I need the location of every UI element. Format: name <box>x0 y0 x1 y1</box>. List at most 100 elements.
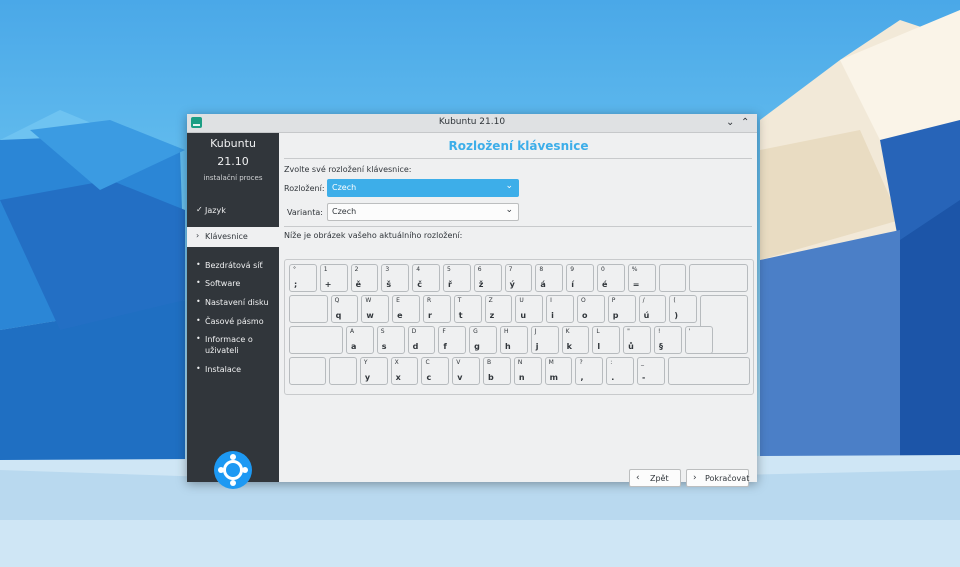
key-base-label: , <box>580 373 584 382</box>
page-title: Rozložení klávesnice <box>448 139 589 153</box>
bullet-icon: • <box>196 334 201 343</box>
key-shift-label: G <box>473 328 478 335</box>
keyboard-key: Gg <box>469 326 497 354</box>
key-base-label: e <box>397 311 403 320</box>
key-base-label: v <box>457 373 463 382</box>
key-shift-label: ! <box>657 328 661 335</box>
keyboard-key: Qq <box>330 295 359 323</box>
keyboard-key: " ů <box>623 326 651 354</box>
keyboard-key: Bb <box>483 357 511 385</box>
keyboard-key: ' <box>684 326 713 354</box>
key-shift-label: Q <box>334 297 340 304</box>
key-shift-label: 9 <box>570 266 575 273</box>
keyboard-key: 6ž <box>473 264 502 292</box>
keyboard-key: Dd <box>407 326 436 354</box>
key-base-label: . <box>611 373 615 382</box>
keyboard-key: 5ř <box>443 264 471 292</box>
keyboard-key: Ww <box>361 295 390 323</box>
step-klavesnice: › Klávesnice <box>187 227 279 247</box>
keyboard-key: / ú <box>638 295 667 323</box>
bullet-icon: • <box>196 316 201 325</box>
step-label: Jazyk <box>205 206 226 215</box>
continue-label: Pokračovat <box>705 474 750 483</box>
back-label: Zpět <box>650 474 669 483</box>
key-base-label: n <box>518 373 525 382</box>
key-shift-label: K <box>565 328 570 335</box>
key-shift-label: X <box>394 359 399 366</box>
key-base-label: u <box>520 311 527 320</box>
key-base-label: o <box>581 311 588 320</box>
step-label: Časové pásmo <box>205 317 264 326</box>
key-base-label: ě <box>355 280 362 289</box>
keyboard-key: Cc <box>421 357 450 385</box>
keyboard-key: _ - <box>637 357 665 385</box>
key-base-label: ř <box>448 280 452 289</box>
key-base-label: h <box>504 342 511 351</box>
keyboard-key: 1 + <box>319 264 348 292</box>
key-base-label: § <box>658 342 663 351</box>
key-base-label: t <box>458 311 463 320</box>
key-shift-label: A <box>349 328 355 335</box>
title-bar[interactable]: Kubuntu 21.10 ⌄ ⌃ <box>187 114 757 133</box>
checkmark-icon: ✓ <box>196 205 203 214</box>
key-shift-label: C <box>425 359 430 366</box>
key-base-label: + <box>324 280 332 289</box>
key-base-label: ý <box>509 280 515 289</box>
keyboard-key: ?, <box>575 357 604 385</box>
keyboard-key: 3š <box>381 264 410 292</box>
keyboard-key: °; <box>289 264 317 292</box>
key-base-label: g <box>474 342 480 351</box>
window-title: Kubuntu 21.10 <box>438 117 506 127</box>
chevron-left-icon: ‹ <box>636 473 640 483</box>
key-shift-label: V <box>456 359 461 366</box>
variant-select[interactable]: Czech ⌄ <box>327 203 519 221</box>
key-base-label: ů <box>628 342 634 351</box>
key-base-label: l <box>597 342 601 351</box>
key-shift-label: F <box>442 328 446 335</box>
kubuntu-logo-icon <box>214 451 252 489</box>
key-shift-label: / <box>642 297 645 304</box>
key-shift-label: E <box>396 297 400 304</box>
keyboard-key: Aa <box>345 326 374 354</box>
installer-subtitle: instalační proces <box>203 174 263 182</box>
keyboard-key: Xx <box>390 357 419 385</box>
keyboard-key: :. <box>606 357 635 385</box>
key-base-label: ú <box>643 311 650 320</box>
key-base-label: á <box>540 280 546 289</box>
key-shift-label: % <box>631 266 638 273</box>
continue-button[interactable]: › Pokračovat <box>686 469 749 487</box>
key-base-label: = <box>632 280 640 289</box>
key-shift-label: H <box>503 328 509 335</box>
key-base-label: z <box>489 311 495 320</box>
key-shift-label: D <box>411 328 417 335</box>
step-casove-pasmo: • Časové pásmo <box>187 316 279 328</box>
keyboard-key: 9í <box>566 264 594 292</box>
keyboard-key <box>689 264 748 292</box>
maximize-icon[interactable]: ⌃ <box>741 116 749 130</box>
key-base-label: j <box>535 342 539 351</box>
keyboard-key <box>329 357 357 385</box>
key-base-label: b <box>488 373 494 382</box>
step-nastaveni-disku: • Nastavení disku <box>187 297 279 309</box>
chevron-down-icon: ⌄ <box>505 181 513 191</box>
key-base-label: x <box>395 373 401 382</box>
step-instalace: • Instalace <box>187 364 279 376</box>
preview-caption: Níže je obrázek vašeho aktuálního rozlož… <box>284 231 463 240</box>
key-shift-label: W <box>365 297 372 304</box>
step-software: • Software <box>187 278 279 290</box>
layout-select[interactable]: Czech ⌄ <box>327 179 519 197</box>
key-base-label: r <box>427 311 432 320</box>
keyboard-key: Ee <box>392 295 420 323</box>
keyboard-key: Mm <box>544 357 573 385</box>
back-button[interactable]: ‹ Zpět <box>629 469 681 487</box>
step-label: Software <box>205 279 241 288</box>
keyboard-preview: °; 1 +2 ě 3 š 4 č 5 ř 6 ž 7 ý 8 á 9 í 0 é% = Qq Ww Ee Rr Tt Zz Uu Ii… <box>284 259 754 395</box>
key-shift-label: 3 <box>385 266 390 273</box>
key-base-label: a <box>350 342 357 351</box>
keyboard-key: Kk <box>561 326 590 354</box>
minimize-icon[interactable]: ⌄ <box>726 116 734 130</box>
key-shift-label: I <box>550 297 552 304</box>
keyboard-key <box>658 264 687 292</box>
title-divider <box>284 158 752 159</box>
key-base-label: ; <box>294 280 298 289</box>
